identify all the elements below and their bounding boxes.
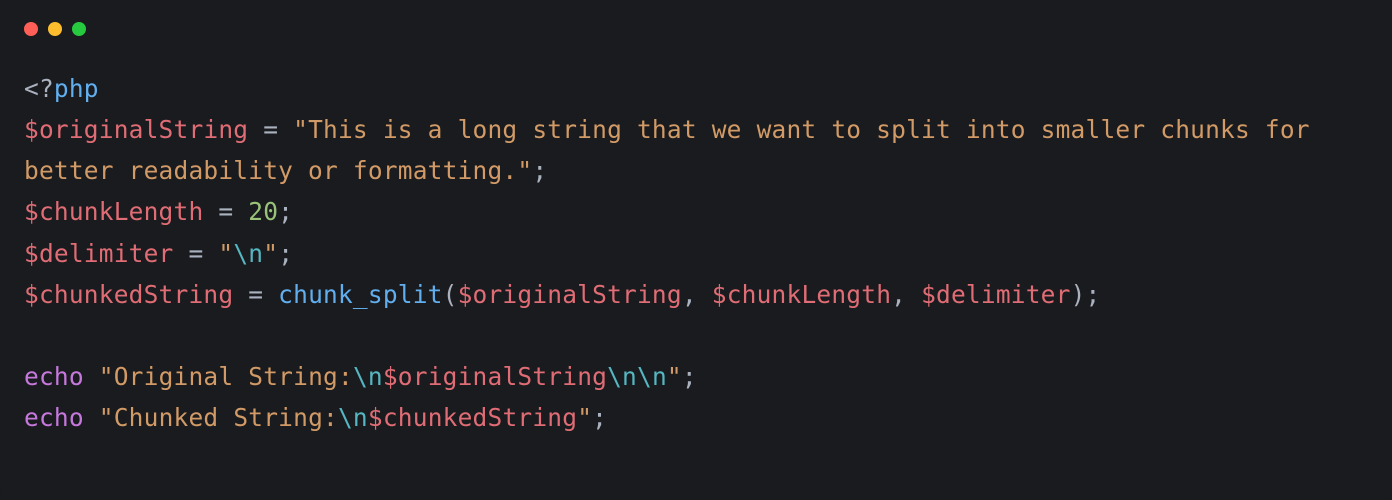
semicolon: ; [592,403,607,432]
string-quote: " [667,362,682,391]
comma: , [682,280,712,309]
var-delimiter: $delimiter [24,239,174,268]
arg-delimiter: $delimiter [921,280,1071,309]
number-literal: 20 [248,197,278,226]
paren-close: ) [1071,280,1086,309]
var-chunkedString: $chunkedString [24,280,233,309]
minimize-icon[interactable] [48,22,62,36]
space [84,403,99,432]
assign-op: = [248,115,293,144]
string-quote: " [218,239,233,268]
escape-seq: \n [233,239,263,268]
string-text: Original String: [114,362,353,391]
arg-chunkLength: $chunkLength [712,280,891,309]
var-originalString: $originalString [24,115,248,144]
string-text: Chunked String: [114,403,338,432]
space [84,362,99,391]
var-chunkLength: $chunkLength [24,197,203,226]
echo-keyword: echo [24,362,84,391]
code-window: <?php $originalString = "This is a long … [0,0,1392,500]
func-chunk-split: chunk_split [278,280,442,309]
string-quote: " [99,362,114,391]
close-icon[interactable] [24,22,38,36]
interp-originalString: $originalString [383,362,607,391]
comma: , [891,280,921,309]
string-quote: " [577,403,592,432]
string-quote: " [263,239,278,268]
interp-chunkedString: $chunkedString [368,403,577,432]
semicolon: ; [532,156,547,185]
paren-open: ( [443,280,458,309]
code-block: <?php $originalString = "This is a long … [24,68,1368,438]
assign-op: = [203,197,248,226]
php-open-tag: <? [24,74,54,103]
window-titlebar [24,22,1368,36]
echo-keyword: echo [24,403,84,432]
string-quote: " [99,403,114,432]
semicolon: ; [1086,280,1101,309]
assign-op: = [233,280,278,309]
semicolon: ; [278,239,293,268]
maximize-icon[interactable] [72,22,86,36]
assign-op: = [174,239,219,268]
escape-seq: \n [353,362,383,391]
semicolon: ; [682,362,697,391]
arg-originalString: $originalString [458,280,682,309]
php-keyword: php [54,74,99,103]
semicolon: ; [278,197,293,226]
escape-seq: \n [338,403,368,432]
escape-seq: \n\n [607,362,667,391]
